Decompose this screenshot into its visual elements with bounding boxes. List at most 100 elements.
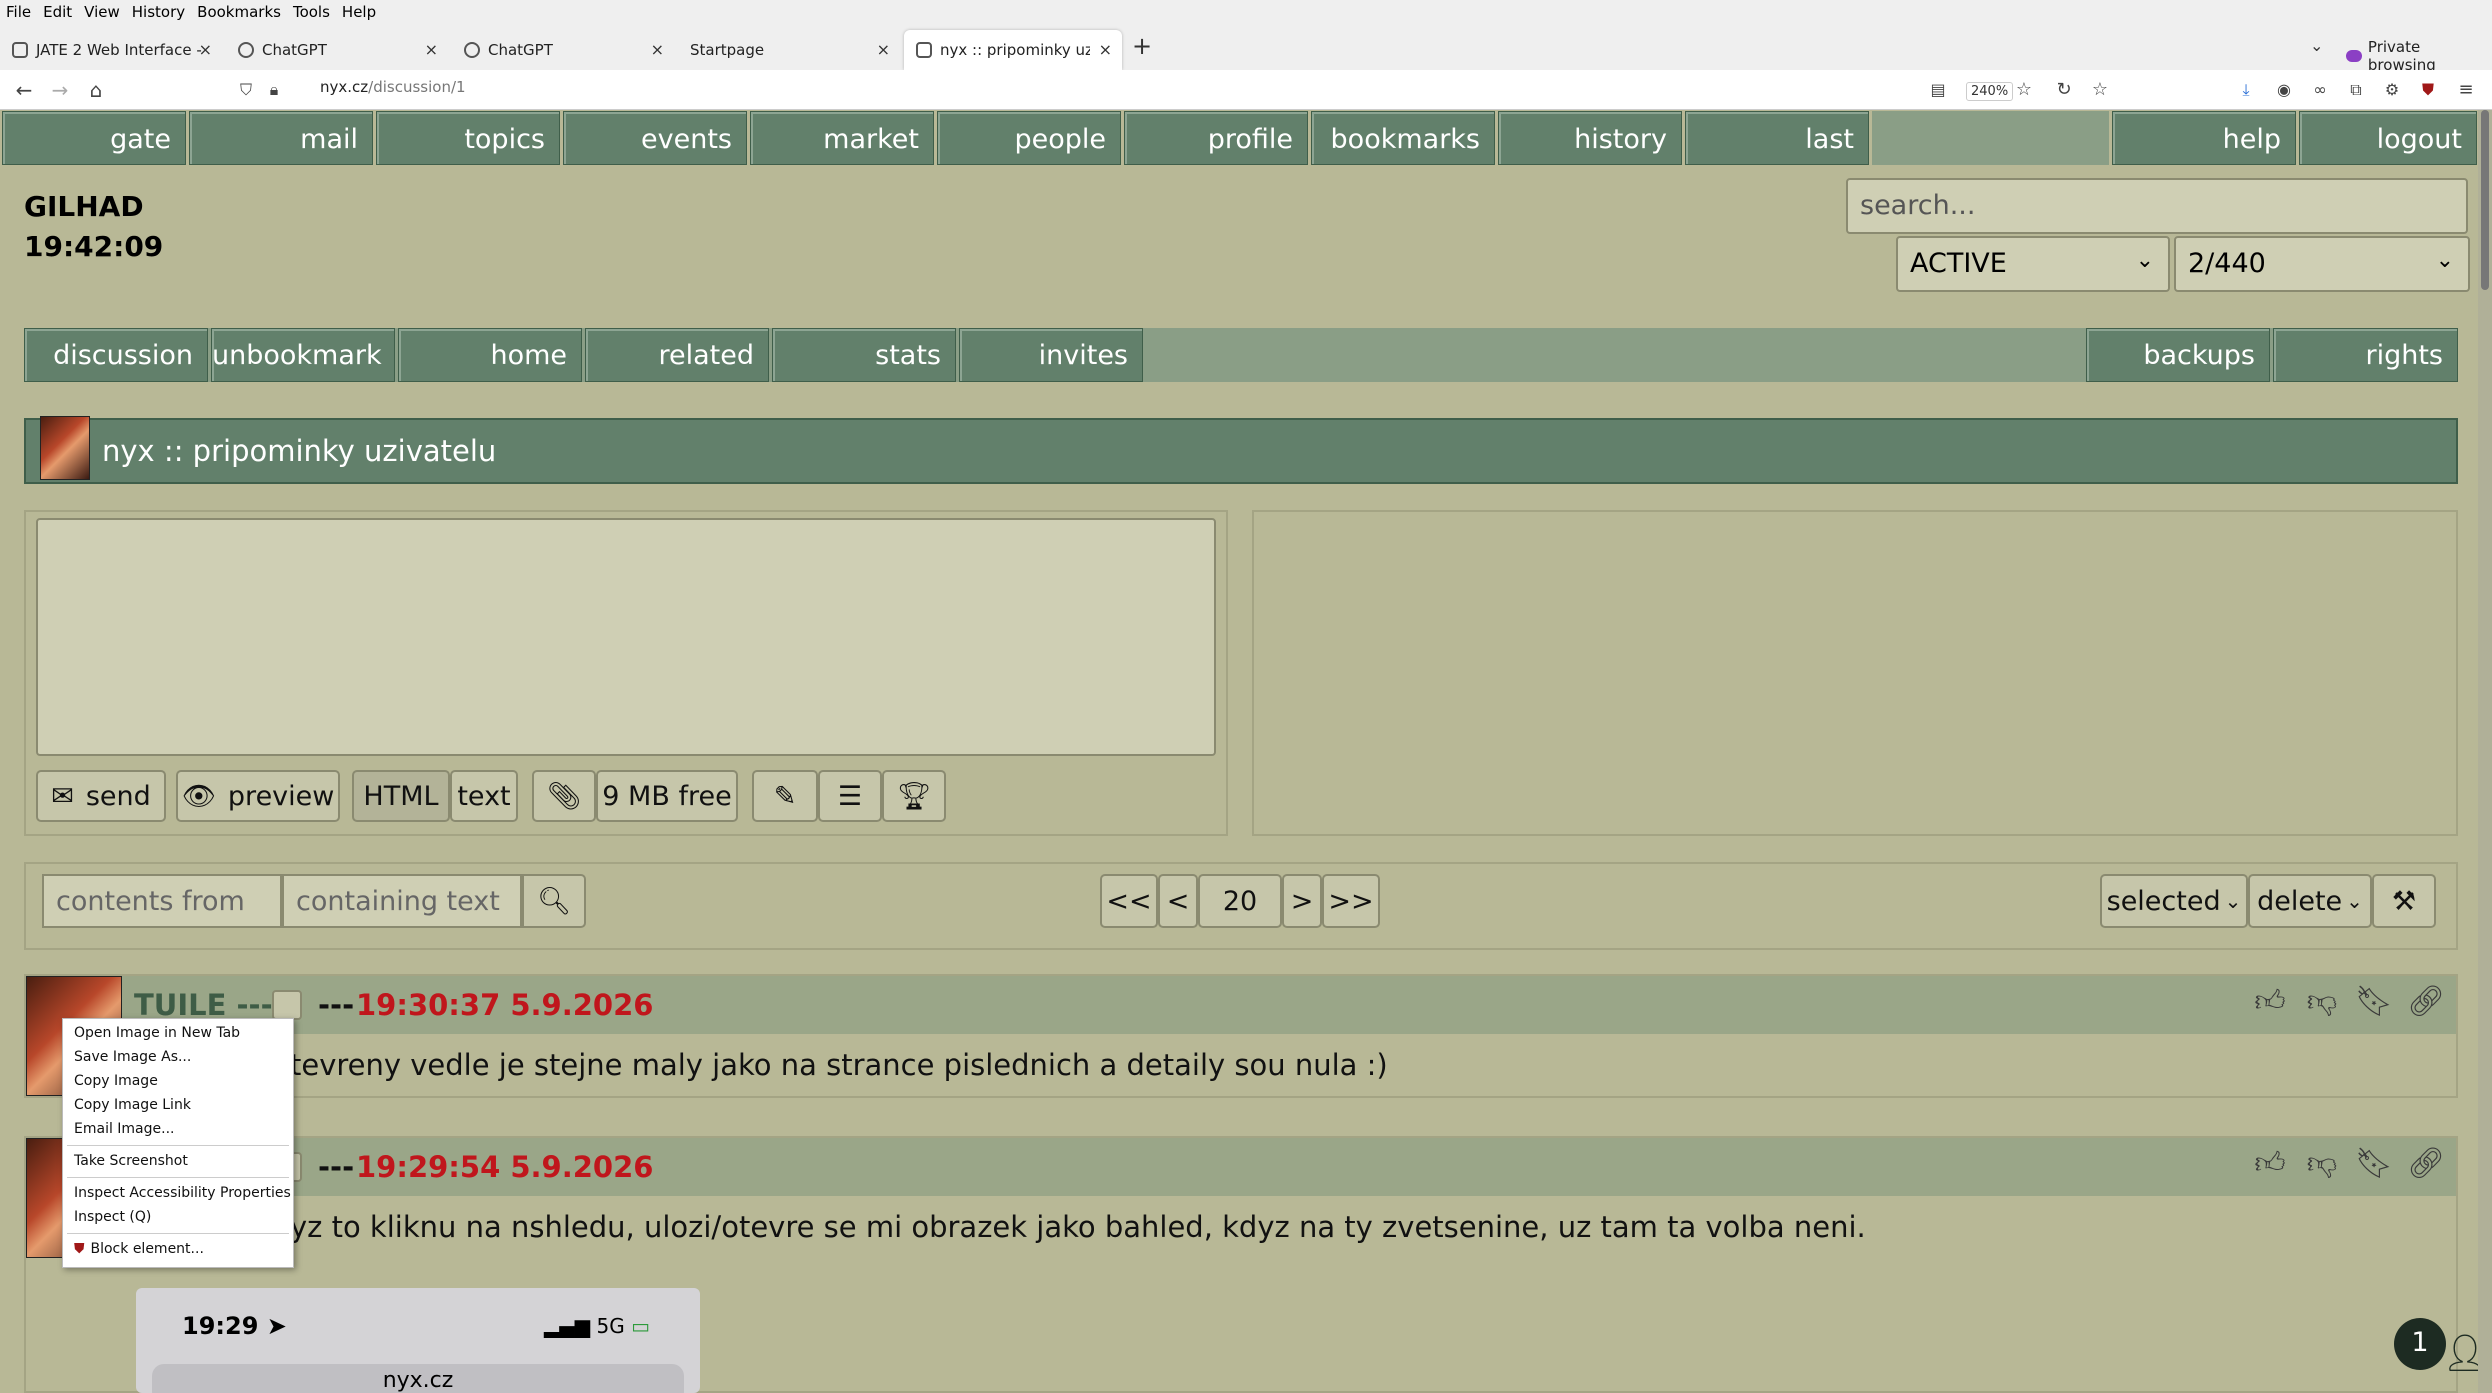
contents-from-input[interactable]: contents from (42, 874, 282, 928)
menu-history[interactable]: History (126, 2, 191, 22)
menu-copy-image[interactable]: Copy Image (74, 1073, 158, 1089)
menu-tools[interactable]: Tools (287, 2, 336, 22)
menu-help[interactable]: Help (336, 2, 382, 22)
status-select[interactable]: ACTIVE ⌄ (1896, 236, 2170, 292)
send-button[interactable]: ✉ send (36, 770, 166, 822)
screenshot-icon[interactable]: ◉ (2270, 76, 2298, 104)
tab-jate[interactable]: JATE 2 Web Interface - × (0, 30, 222, 70)
menu-view[interactable]: View (78, 2, 126, 22)
menu-inspect[interactable]: Inspect (Q) (74, 1209, 151, 1225)
menu-email-image[interactable]: Email Image... (74, 1121, 175, 1137)
subnav-discussion[interactable]: discussion (24, 328, 208, 382)
thumbs-up-icon[interactable]: 👍︎ (2250, 1146, 2290, 1182)
tab-chatgpt-2[interactable]: ChatGPT × (452, 30, 674, 70)
containing-text-input[interactable]: containing text (282, 874, 522, 928)
nav-last[interactable]: last (1685, 111, 1869, 165)
close-tab-icon[interactable]: × (651, 40, 664, 59)
thumbs-down-icon[interactable]: 👎︎ (2302, 1146, 2342, 1182)
star-icon[interactable]: ☆ (2010, 76, 2038, 104)
nav-events[interactable]: events (563, 111, 747, 165)
close-tab-icon[interactable]: × (425, 40, 438, 59)
mask-extension-icon[interactable]: ∞ (2306, 76, 2334, 104)
settings-icon[interactable]: ⚙ (2378, 76, 2406, 104)
url-field[interactable]: nyx.cz/discussion/1 (320, 78, 466, 96)
nav-history[interactable]: history (1498, 111, 1682, 165)
nav-topics[interactable]: topics (376, 111, 560, 165)
download-icon[interactable]: ⤓ (2232, 76, 2260, 104)
page-count-input[interactable]: 20 (1198, 874, 1282, 928)
scrollbar-thumb[interactable] (2481, 110, 2489, 290)
post-author[interactable]: TUILE --- (134, 988, 273, 1022)
prev-page-button[interactable]: < (1158, 874, 1198, 928)
list-button[interactable]: ☰ (818, 770, 882, 822)
nav-people[interactable]: people (937, 111, 1121, 165)
search-button[interactable]: 🔍︎ (522, 874, 586, 928)
shield-icon[interactable]: ⛉ (232, 76, 260, 104)
nav-logout[interactable]: logout (2299, 111, 2477, 165)
notification-badge[interactable]: 1 (2394, 1318, 2446, 1370)
preview-button[interactable]: 👁︎ preview (176, 770, 340, 822)
new-tab-button[interactable]: + (1132, 32, 1152, 60)
ublock-icon[interactable]: ⛊ (2414, 76, 2442, 104)
tab-startpage[interactable]: Startpage × (678, 30, 900, 70)
nav-gate[interactable]: gate (2, 111, 186, 165)
next-page-button[interactable]: > (1282, 874, 1322, 928)
nav-mail[interactable]: mail (189, 111, 373, 165)
subnav-invites[interactable]: invites (959, 328, 1143, 382)
close-tab-icon[interactable]: × (877, 40, 890, 59)
pencil-button[interactable]: ✎ (752, 770, 818, 822)
back-arrow-icon[interactable]: ← (10, 76, 38, 104)
zoom-level[interactable]: 240% (1966, 82, 2014, 101)
menu-bookmarks[interactable]: Bookmarks (191, 2, 287, 22)
close-tab-icon[interactable]: × (1099, 40, 1112, 59)
link-icon[interactable]: 🔗︎ (2406, 984, 2446, 1019)
thumbs-up-icon[interactable]: 👍︎ (2250, 984, 2290, 1020)
nav-bookmarks[interactable]: bookmarks (1311, 111, 1495, 165)
reader-view-icon[interactable]: ▤ (1924, 76, 1952, 104)
bookmarks-list-icon[interactable]: ☆ (2086, 76, 2114, 104)
menu-file[interactable]: File (0, 2, 37, 22)
lock-icon[interactable]: 🔒︎ (260, 76, 288, 104)
nav-help[interactable]: help (2112, 111, 2296, 165)
menu-open-image-new-tab[interactable]: Open Image in New Tab (74, 1025, 240, 1041)
last-page-button[interactable]: >> (1322, 874, 1380, 928)
post-timestamp[interactable]: 19:30:37 5.9.2026 (356, 988, 653, 1022)
nav-market[interactable]: market (750, 111, 934, 165)
html-mode-button[interactable]: HTML (352, 770, 450, 822)
tools-button[interactable]: ⚒ (2372, 874, 2436, 928)
tab-chatgpt-1[interactable]: ChatGPT × (226, 30, 448, 70)
subnav-backups[interactable]: backups (2086, 328, 2270, 382)
thumbs-down-icon[interactable]: 👎︎ (2302, 984, 2342, 1020)
menu-edit[interactable]: Edit (37, 2, 78, 22)
menu-inspect-accessibility[interactable]: Inspect Accessibility Properties (74, 1185, 291, 1201)
trophy-button[interactable]: 🏆︎ (882, 770, 946, 822)
menu-copy-image-link[interactable]: Copy Image Link (74, 1097, 191, 1113)
home-icon[interactable]: ⌂ (82, 76, 110, 104)
menu-save-image-as[interactable]: Save Image As... (74, 1049, 191, 1065)
nav-profile[interactable]: profile (1124, 111, 1308, 165)
menu-take-screenshot[interactable]: Take Screenshot (74, 1153, 188, 1169)
bookmark-icon[interactable]: 🔖︎ (2354, 1146, 2394, 1181)
tab-nyx[interactable]: nyx :: pripominky uzivatelu × (904, 30, 1122, 70)
subnav-stats[interactable]: stats (772, 328, 956, 382)
hamburger-menu-icon[interactable]: ≡ (2452, 76, 2480, 104)
close-tab-icon[interactable]: × (199, 40, 212, 59)
link-icon[interactable]: 🔗︎ (2406, 1146, 2446, 1181)
subnav-related[interactable]: related (585, 328, 769, 382)
text-mode-button[interactable]: text (450, 770, 518, 822)
subnav-home[interactable]: home (398, 328, 582, 382)
forward-arrow-icon[interactable]: → (46, 76, 74, 104)
extensions-icon[interactable]: ⧉ (2342, 76, 2370, 104)
post-timestamp[interactable]: 19:29:54 5.9.2026 (356, 1150, 653, 1184)
delete-dropdown[interactable]: delete ⌄ (2248, 874, 2372, 928)
page-scrollbar[interactable] (2478, 110, 2492, 1393)
post-textarea[interactable] (36, 518, 1216, 756)
page-select[interactable]: 2/440 ⌄ (2174, 236, 2470, 292)
subnav-rights[interactable]: rights (2273, 328, 2458, 382)
subnav-unbookmark[interactable]: unbookmark (211, 328, 395, 382)
first-page-button[interactable]: << (1100, 874, 1158, 928)
selected-dropdown[interactable]: selected ⌄ (2100, 874, 2248, 928)
reload-icon[interactable]: ↻ (2050, 76, 2078, 104)
bookmark-icon[interactable]: 🔖︎ (2354, 984, 2394, 1019)
menu-block-element[interactable]: ⛊ Block element... (74, 1241, 204, 1257)
